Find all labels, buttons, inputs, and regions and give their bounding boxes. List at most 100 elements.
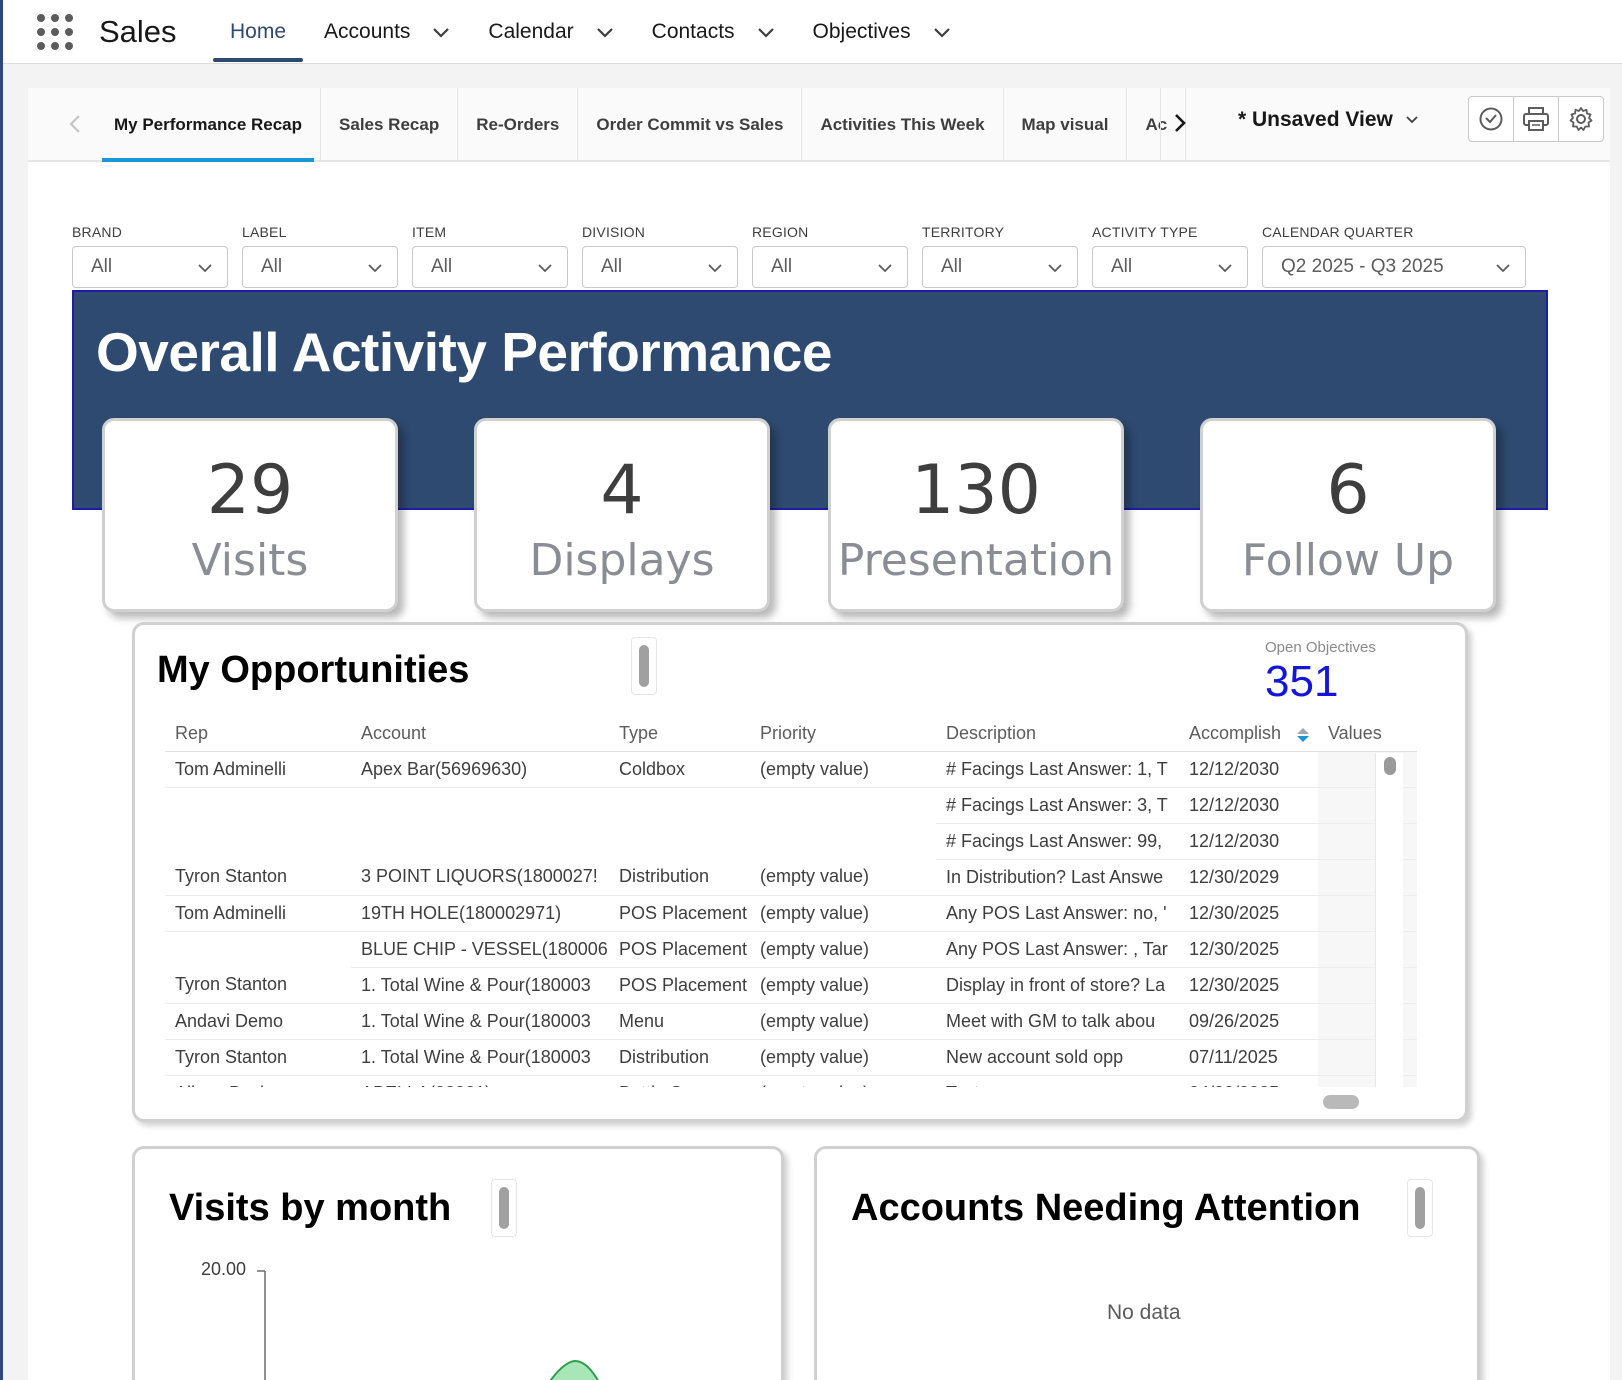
cell-type: Bottle Serve	[609, 1075, 750, 1087]
region-select[interactable]: All	[752, 246, 908, 288]
filter-value: Q2 2025 - Q3 2025	[1281, 256, 1444, 277]
kpi-card-follow-up[interactable]: 6 Follow Up	[1200, 418, 1496, 612]
sort-icon[interactable]	[1296, 727, 1310, 743]
chevron-down-icon[interactable]	[933, 23, 951, 41]
cell-account: 3 POINT LIQUORS(1800027!	[351, 859, 609, 896]
nav-item-contacts[interactable]: Contacts	[633, 0, 794, 64]
nav-item-home[interactable]: Home	[211, 0, 305, 64]
print-button[interactable]	[1513, 96, 1559, 142]
chevron-left-icon[interactable]	[66, 112, 86, 136]
chevron-down-icon	[1218, 264, 1232, 273]
kpi-card-displays[interactable]: 4 Displays	[474, 418, 770, 612]
drag-handle[interactable]	[491, 1179, 517, 1237]
cell-priority: (empty value)	[750, 1003, 936, 1040]
header-label: Values	[1328, 723, 1382, 744]
view-selector[interactable]: * Unsaved View	[1238, 108, 1419, 132]
cell-type: Distribution	[609, 859, 750, 896]
header-label: Type	[619, 723, 659, 744]
visits-area[interactable]	[535, 1359, 611, 1380]
division-select[interactable]: All	[582, 246, 738, 288]
kpi-card-visits[interactable]: 29 Visits	[102, 418, 398, 612]
cell-description: Display in front of store? La	[936, 967, 1179, 1004]
activity-type-select[interactable]: All	[1092, 246, 1248, 288]
cell-rep: Andavi Demo	[165, 1003, 351, 1040]
filter-item: ITEM All	[412, 224, 568, 288]
filter-brand: BRAND All	[72, 224, 228, 288]
cell-priority: (empty value)	[750, 967, 936, 1004]
table-row[interactable]: Tom Adminelli Apex Bar(56969630) Coldbox (e…	[165, 751, 1417, 788]
table-row[interactable]: Andavi Demo 1. Total Wine & Pour(180003 Me…	[165, 1003, 1417, 1040]
brand-select[interactable]: All	[72, 246, 228, 288]
filter-division: DIVISION All	[582, 224, 738, 288]
table-row[interactable]: # Facings Last Answer: 99, 12/12/2030	[165, 823, 1417, 860]
column-header-priority[interactable]: Priority	[750, 717, 936, 752]
column-header-accomplish[interactable]: Accomplish	[1179, 717, 1318, 752]
territory-select[interactable]: All	[922, 246, 1078, 288]
table-row[interactable]: Alison BeckerABELLA(22221)Bottle Serve(e…	[165, 1075, 1417, 1087]
chevron-down-icon	[878, 264, 892, 273]
chevron-down-icon	[1048, 264, 1062, 273]
tab-map-visual[interactable]: Map visual	[1004, 88, 1128, 162]
item-select[interactable]: All	[412, 246, 568, 288]
column-header-type[interactable]: Type	[609, 717, 750, 752]
tab-activities-this-week[interactable]: Activities This Week	[802, 88, 1004, 162]
visits-chart	[257, 1270, 611, 1380]
drag-handle[interactable]	[1407, 1179, 1433, 1237]
cell-priority: (empty value)	[750, 1075, 936, 1087]
nav-item-label: Contacts	[651, 20, 735, 43]
filter-label: TERRITORY	[922, 224, 1005, 240]
cell-type: POS Placement	[609, 931, 750, 968]
chevron-down-icon[interactable]	[757, 23, 775, 41]
chevron-right-icon[interactable]	[1168, 108, 1192, 138]
horizontal-scrollbar[interactable]	[1323, 1095, 1359, 1109]
subscribe-button[interactable]	[1468, 96, 1514, 142]
nav-item-calendar[interactable]: Calendar	[469, 0, 632, 64]
banner-title: Overall Activity Performance	[96, 321, 832, 383]
settings-button[interactable]	[1558, 96, 1604, 142]
table-row[interactable]: Tom Adminelli 19TH HOLE(180002971) POS Pla…	[165, 895, 1417, 932]
cell-rep: Tyron Stanton	[165, 967, 351, 1004]
calendar-quarter-select[interactable]: Q2 2025 - Q3 2025	[1262, 246, 1526, 288]
cell-account: 19TH HOLE(180002971)	[351, 895, 609, 932]
filter-label: ITEM	[412, 224, 447, 240]
column-header-values[interactable]: Values	[1318, 717, 1417, 752]
nav-item-objectives[interactable]: Objectives	[794, 0, 970, 64]
tab-re-orders[interactable]: Re-Orders	[458, 88, 579, 162]
cell-description: New account sold opp	[936, 1039, 1179, 1076]
chevron-down-icon[interactable]	[596, 23, 614, 41]
cell-description: Test	[936, 1075, 1179, 1087]
table-row[interactable]: Tyron Stanton 1. Total Wine & Pour(180003…	[165, 1039, 1417, 1076]
cell-account: BLUE CHIP - VESSEL(180006	[351, 931, 609, 968]
tab-sales-recap[interactable]: Sales Recap	[321, 88, 459, 162]
cell-priority: (empty value)	[750, 751, 936, 788]
column-header-account[interactable]: Account	[351, 717, 609, 752]
kpi-value: 130	[911, 451, 1041, 530]
column-header-description[interactable]: Description	[936, 717, 1179, 752]
table-row[interactable]: Tyron Stanton 3 POINT LIQUORS(1800027! Dis…	[165, 859, 1417, 896]
table-row[interactable]: Tyron Stanton 1. Total Wine & Pour(180003…	[165, 967, 1417, 1004]
cell-description: # Facings Last Answer: 3, T	[936, 787, 1179, 824]
cell-description: Meet with GM to talk abou	[936, 1003, 1179, 1040]
vertical-scrollbar[interactable]	[1375, 753, 1403, 1087]
label-select[interactable]: All	[242, 246, 398, 288]
header-label: Account	[361, 723, 427, 744]
table-row[interactable]: BLUE CHIP - VESSEL(180006 POS Placement (e…	[165, 931, 1417, 968]
chevron-down-icon[interactable]	[432, 23, 450, 41]
table-row[interactable]: # Facings Last Answer: 3, T 12/12/2030	[165, 787, 1417, 824]
dashboard-actions	[1468, 96, 1604, 142]
app-launcher-icon[interactable]	[37, 14, 73, 50]
tab-order-commit-vs-sales[interactable]: Order Commit vs Sales	[578, 88, 803, 162]
nav-item-accounts[interactable]: Accounts	[305, 0, 469, 64]
drag-handle[interactable]	[631, 637, 657, 695]
filter-value: All	[941, 256, 963, 277]
kpi-card-presentation[interactable]: 130 Presentation	[828, 418, 1124, 612]
table-body: Tom Adminelli Apex Bar(56969630) Coldbox (e…	[165, 751, 1417, 1087]
column-header-rep[interactable]: Rep	[165, 717, 351, 752]
cell-account	[351, 787, 609, 823]
panel-title: Visits by month	[169, 1187, 452, 1229]
chevron-down-icon	[1496, 264, 1510, 273]
tab-my-performance-recap[interactable]: My Performance Recap	[102, 88, 322, 162]
global-nav: Sales Home Accounts Calendar Contacts Ob…	[3, 0, 1622, 64]
divider	[1160, 88, 1161, 162]
cell-accomplish: 12/30/2025	[1179, 895, 1318, 932]
